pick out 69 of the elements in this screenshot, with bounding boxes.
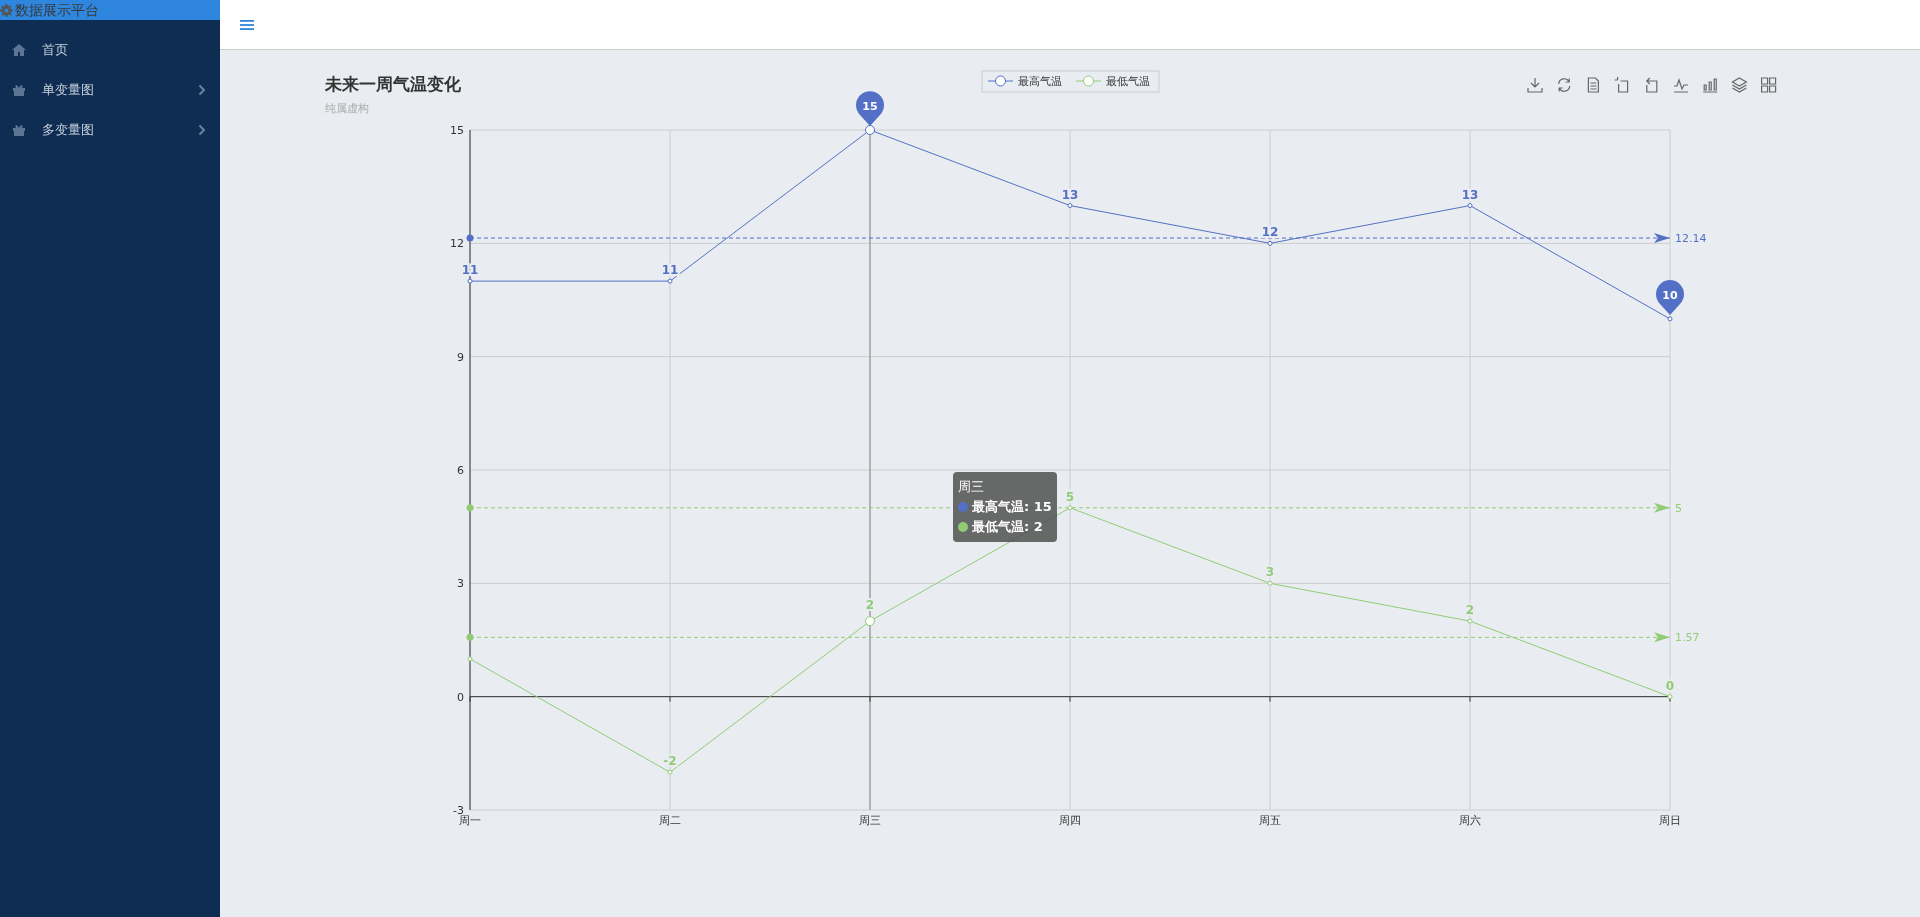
download-icon[interactable] [1527, 77, 1543, 93]
line-chart-icon[interactable] [1673, 78, 1689, 93]
home-icon [12, 43, 26, 57]
axis-label: 9 [457, 350, 464, 364]
legend-label[interactable]: 最高气温 [1018, 75, 1062, 88]
legend-label[interactable]: 最低气温 [1106, 75, 1150, 88]
axis-label: 3 [457, 577, 464, 591]
legend-marker[interactable] [987, 75, 1014, 87]
data-label: 5 [1065, 489, 1075, 504]
data-label: -2 [663, 754, 677, 769]
axis-label: 周日 [1659, 814, 1681, 827]
axis-label: 周五 [1259, 814, 1281, 827]
menu-icon[interactable] [240, 18, 254, 31]
bar-chart-icon[interactable] [1702, 78, 1718, 93]
data-label: 3 [1265, 565, 1275, 580]
gift-icon [12, 123, 26, 137]
undo-crop-icon[interactable] [1645, 77, 1658, 93]
data-point[interactable] [1667, 694, 1673, 700]
line-start-dot [466, 234, 474, 242]
pin-label: 10 [1656, 280, 1684, 315]
line-start-dot [466, 504, 474, 512]
axis-label: 周三 [859, 814, 881, 827]
sidebar-item[interactable]: 多变量图 [0, 110, 220, 150]
mark-line-label: 12.14 [1675, 232, 1707, 246]
axis-label: 周六 [1459, 814, 1481, 827]
axis-label: 6 [457, 464, 464, 477]
pin-label: 15 [856, 91, 884, 126]
data-label: 13 [1061, 187, 1079, 202]
gift-icon [12, 83, 26, 97]
axis-label: -3 [453, 804, 464, 817]
stack-icon[interactable] [1731, 77, 1748, 93]
data-point[interactable] [667, 278, 673, 284]
legend-marker[interactable] [1075, 75, 1102, 87]
crop-icon[interactable] [1614, 76, 1629, 93]
data-point[interactable] [1067, 203, 1073, 209]
brand-title: 数据展示平台 [15, 1, 99, 20]
line-start-dot [466, 633, 474, 641]
annotation: 15 [862, 100, 878, 113]
refresh-icon[interactable] [1558, 77, 1571, 93]
chart-subtitle: 纯属虚构 [325, 102, 369, 115]
data-point[interactable] [1667, 316, 1673, 322]
data-label: 12 [1261, 225, 1279, 240]
mark-line-label: 5 [1675, 501, 1682, 515]
data-point[interactable] [1467, 203, 1473, 209]
grid-icon[interactable] [1761, 77, 1777, 93]
axis-label: 周四 [1059, 814, 1081, 827]
data-point[interactable] [1267, 240, 1273, 246]
tooltip-text: 最低气温: 2 [972, 518, 1043, 536]
annotation: 10 [1662, 288, 1678, 302]
axis-label: 12 [450, 237, 464, 251]
data-point[interactable] [467, 278, 473, 284]
axis-label: 周二 [659, 814, 681, 827]
data-label: 2 [1465, 603, 1475, 618]
sidebar-item[interactable]: 首页 [0, 30, 220, 70]
document-icon[interactable] [1587, 77, 1599, 93]
axis-label: 15 [450, 124, 464, 137]
data-label: 0 [1665, 678, 1675, 693]
tooltip-title: 周三 [958, 478, 985, 496]
data-label: 13 [1461, 187, 1479, 202]
data-point[interactable] [467, 656, 473, 662]
axis-label: 周一 [459, 814, 481, 827]
data-point[interactable] [865, 125, 875, 135]
mark-line-label: 1.57 [1675, 631, 1700, 645]
axis-label: 0 [457, 690, 464, 704]
sidebar-item[interactable]: 单变量图 [0, 70, 220, 110]
data-label: 11 [661, 263, 679, 278]
data-label: 2 [865, 598, 875, 613]
chart-title: 未来一周气温变化 [325, 74, 461, 94]
tooltip-text: 最高气温: 15 [972, 498, 1052, 516]
